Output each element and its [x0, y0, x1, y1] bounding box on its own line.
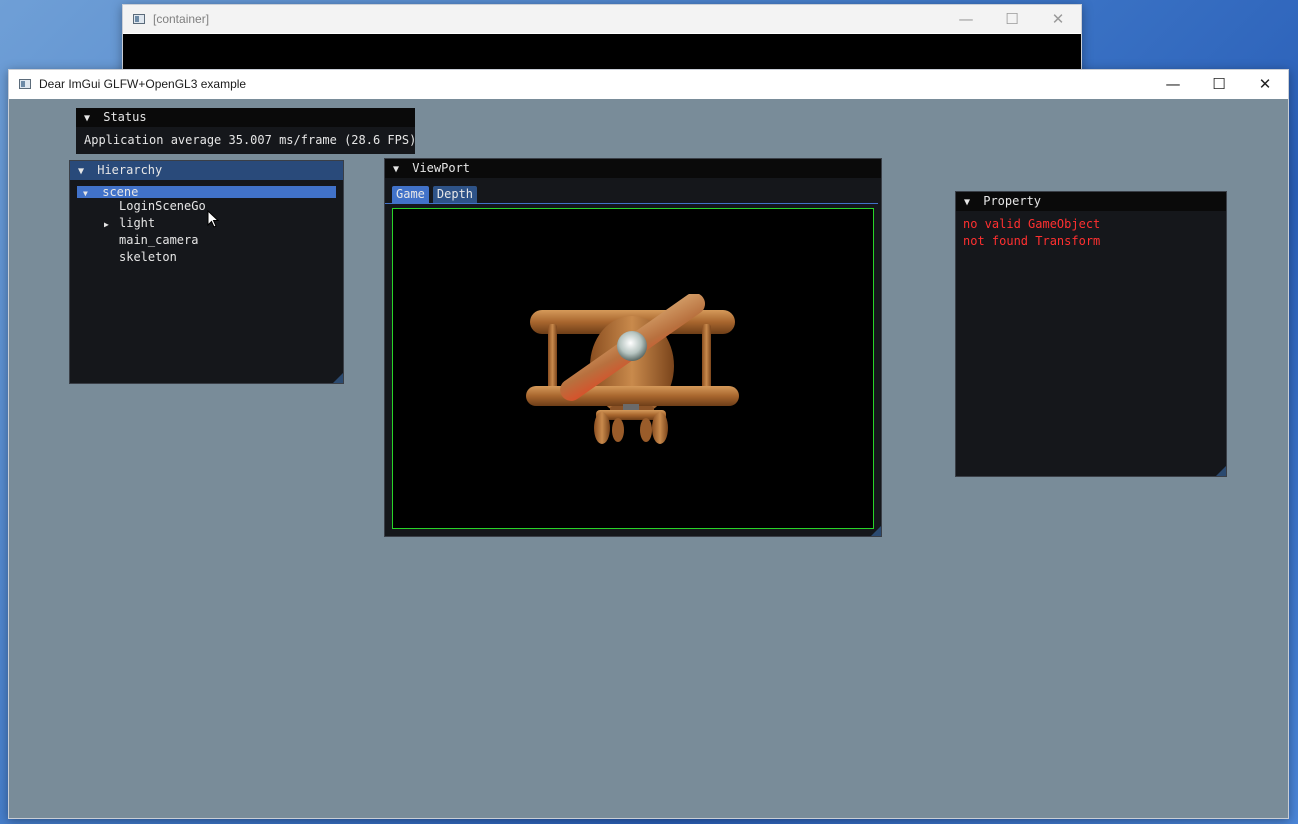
main-window[interactable]: Dear ImGui GLFW+OpenGL3 example — ☐ ✕ ▼ …: [8, 69, 1289, 819]
close-icon[interactable]: ✕: [1035, 5, 1081, 33]
tab-depth[interactable]: Depth: [432, 186, 478, 203]
tree-node-label: scene: [102, 185, 139, 199]
close-icon[interactable]: ✕: [1242, 70, 1288, 98]
tree-node-skeleton[interactable]: skeleton: [77, 249, 336, 266]
collapse-arrow-icon[interactable]: ▼: [964, 193, 976, 212]
collapse-arrow-icon[interactable]: ▼: [78, 162, 90, 181]
airplane-model-image: [526, 294, 739, 444]
hierarchy-panel-title: Hierarchy: [97, 163, 163, 177]
maximize-icon[interactable]: ☐: [1196, 70, 1242, 98]
status-panel-header[interactable]: ▼ Status: [76, 108, 415, 127]
tree-node-label: LoginSceneGo: [119, 199, 206, 213]
viewport-panel-header[interactable]: ▼ ViewPort: [385, 159, 881, 178]
minimize-icon[interactable]: —: [943, 5, 989, 33]
tree-node-label: skeleton: [119, 250, 177, 264]
container-title: [container]: [153, 12, 210, 26]
app-icon: [133, 14, 145, 24]
resize-grip[interactable]: [1216, 466, 1226, 476]
resize-grip[interactable]: [333, 373, 343, 383]
expand-arrow-icon[interactable]: ▼: [83, 188, 95, 200]
status-panel[interactable]: ▼ Status Application average 35.007 ms/f…: [76, 108, 417, 154]
mouse-cursor-icon: [207, 210, 219, 228]
maximize-icon[interactable]: ☐: [989, 5, 1035, 33]
container-titlebar[interactable]: [container] — ☐ ✕: [123, 5, 1081, 33]
app-icon: [19, 79, 31, 89]
expand-arrow-icon[interactable]: ▶: [104, 216, 119, 233]
tree-node-label: light: [119, 216, 156, 230]
collapse-arrow-icon[interactable]: ▼: [84, 109, 96, 128]
tree-node-main-camera[interactable]: main_camera: [77, 232, 336, 249]
viewport-panel[interactable]: ▼ ViewPort Game Depth: [384, 158, 882, 537]
tab-game[interactable]: Game: [392, 186, 429, 203]
property-panel-title: Property: [983, 194, 1042, 208]
fps-text: Application average 35.007 ms/frame (28.…: [84, 133, 417, 147]
minimize-icon[interactable]: —: [1150, 70, 1196, 98]
main-titlebar[interactable]: Dear ImGui GLFW+OpenGL3 example — ☐ ✕: [9, 70, 1288, 98]
property-panel-header[interactable]: ▼ Property: [956, 192, 1226, 211]
main-canvas: ▼ Status Application average 35.007 ms/f…: [9, 99, 1288, 818]
tree-node-label: main_camera: [119, 233, 199, 247]
collapse-arrow-icon[interactable]: ▼: [393, 160, 405, 179]
tree-node-scene[interactable]: ▼ scene: [77, 186, 336, 198]
property-panel[interactable]: ▼ Property no valid GameObject not found…: [955, 191, 1227, 477]
main-title: Dear ImGui GLFW+OpenGL3 example: [39, 77, 247, 91]
hierarchy-panel[interactable]: ▼ Hierarchy ▼ scene LoginSceneGo ▶ light …: [69, 160, 344, 384]
hierarchy-panel-header[interactable]: ▼ Hierarchy: [70, 161, 343, 180]
viewport-tabbar: Game Depth: [385, 178, 878, 204]
game-view[interactable]: [392, 208, 874, 529]
resize-grip[interactable]: [871, 526, 881, 536]
error-message: no valid GameObject: [963, 217, 1101, 231]
status-panel-title: Status: [103, 110, 147, 124]
property-content: no valid GameObject not found Transform: [956, 211, 1226, 250]
error-message: not found Transform: [963, 234, 1101, 248]
viewport-panel-title: ViewPort: [412, 161, 471, 175]
